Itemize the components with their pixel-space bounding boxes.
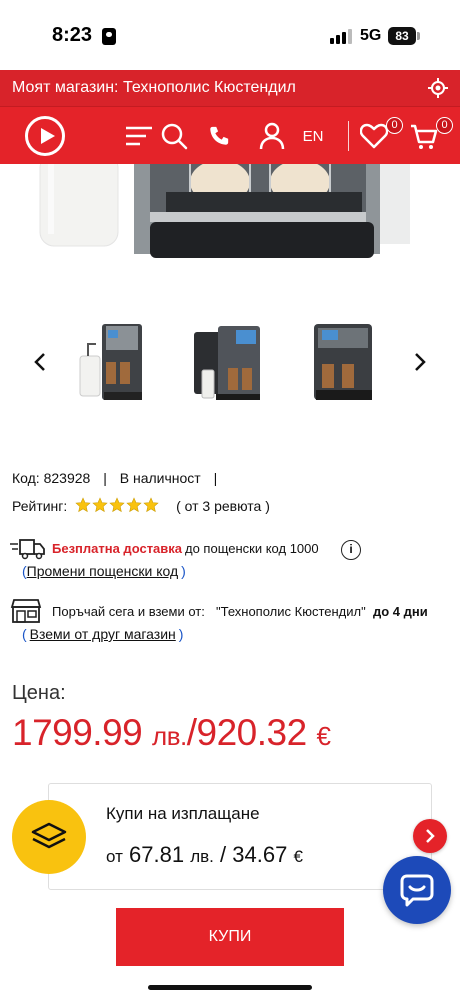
main-nav: EN 0 0: [0, 106, 460, 164]
price-bgn-unit: лв.: [152, 721, 187, 751]
status-bar: 8:23 5G 83: [0, 0, 460, 70]
rating-stars[interactable]: [75, 497, 160, 516]
info-icon[interactable]: i: [341, 540, 361, 560]
price-label: Цена:: [12, 682, 66, 704]
cart-icon[interactable]: [410, 123, 438, 151]
store-name[interactable]: Моят магазин: Технополис Кюстендил: [12, 79, 296, 97]
language-label[interactable]: EN: [303, 128, 324, 145]
meta-separator: |: [103, 470, 107, 486]
product-rating: Рейтинг: ( от 3 ревюта ): [12, 497, 270, 516]
home-indicator[interactable]: [148, 985, 312, 990]
status-time: 8:23: [52, 24, 93, 46]
language-switch[interactable]: EN: [298, 107, 328, 165]
delivery-truck-icon: [10, 539, 45, 560]
change-postcode-line: (Промени пощенски код): [22, 563, 186, 579]
layers-icon: [31, 822, 67, 849]
wishlist-count-badge: 0: [386, 117, 403, 134]
installment-badge: [12, 800, 86, 874]
thumbnail-carousel: [0, 314, 460, 410]
installment-price: от 67.81 лв. / 34.67 €: [106, 842, 303, 868]
installment-prefix: от: [106, 847, 123, 866]
paren-close: ): [181, 563, 186, 579]
chevron-right-icon[interactable]: [413, 352, 427, 372]
star-icon: [75, 497, 91, 513]
location-target-icon[interactable]: [428, 78, 448, 98]
star-icon: [143, 497, 159, 513]
other-store-line: (Вземи от друг магазин): [22, 626, 183, 642]
change-postcode-link[interactable]: Промени пощенски код: [27, 563, 179, 579]
installment-next-button[interactable]: [413, 819, 447, 853]
chevron-left-icon[interactable]: [33, 352, 47, 372]
signal-icon: [330, 28, 352, 44]
store-icon: [10, 599, 42, 623]
paren-open: (: [22, 626, 27, 642]
pickup-prefix: Поръчай сега и вземи от:: [52, 604, 205, 619]
thumbnail-3[interactable]: [302, 316, 394, 408]
pickup-info: Поръчай сега и вземи от: "Технополис Кюс…: [10, 598, 450, 624]
product-code: Код: 823928: [12, 470, 91, 486]
technopolis-logo-icon[interactable]: [25, 116, 65, 156]
menu-icon[interactable]: [126, 125, 152, 147]
pickup-days: до 4 дни: [373, 604, 428, 619]
user-account-icon[interactable]: [259, 122, 285, 150]
chat-button[interactable]: [383, 856, 451, 924]
network-type: 5G: [360, 27, 382, 44]
thumbnail-1[interactable]: [74, 316, 166, 408]
availability-status: В наличност: [119, 470, 201, 486]
price-bgn-value: 1799.99: [12, 712, 143, 753]
phone-icon[interactable]: [208, 125, 230, 147]
installment-separator: /: [220, 842, 227, 867]
delivery-info: Безплатна доставка до пощенски код 1000 …: [10, 538, 450, 562]
price-eur-value: 920.32: [196, 712, 308, 753]
price: 1799.99 лв./920.32 €: [12, 712, 331, 754]
chat-bubble-icon: [400, 874, 434, 907]
rating-label: Рейтинг:: [12, 498, 68, 514]
product-meta: Код: 823928 | В наличност |: [12, 470, 217, 486]
chevron-right-icon: [426, 829, 435, 843]
cart-count-badge: 0: [436, 117, 453, 134]
installment-eur-value: 34.67: [232, 842, 288, 867]
postcode-text: до пощенски код 1000: [185, 541, 319, 556]
thumbnail-2[interactable]: [188, 316, 280, 408]
store-bar[interactable]: Моят магазин: Технополис Кюстендил: [0, 70, 460, 106]
price-separator: /: [186, 712, 197, 753]
star-icon: [92, 497, 108, 513]
paren-close: ): [178, 626, 184, 642]
other-store-link[interactable]: Вземи от друг магазин: [30, 626, 176, 642]
product-main-image[interactable]: [0, 164, 460, 286]
star-icon: [126, 497, 142, 513]
search-icon[interactable]: [160, 122, 188, 150]
reviews-link[interactable]: ( от 3 ревюта ): [176, 498, 270, 514]
pickup-store-name: "Технополис Кюстендил": [216, 604, 366, 619]
focus-mode-icon: [102, 28, 116, 45]
star-icon: [109, 497, 125, 513]
battery-level: 83: [388, 27, 416, 45]
installment-box[interactable]: Купи на изплащане от 67.81 лв. / 34.67 €: [48, 783, 432, 890]
heart-wishlist-icon[interactable]: [360, 123, 388, 149]
installment-bgn-value: 67.81: [129, 842, 185, 867]
buy-button[interactable]: КУПИ: [116, 908, 344, 966]
free-delivery-label: Безплатна доставка: [52, 541, 183, 556]
nav-divider: [348, 121, 349, 151]
installment-eur-unit: €: [293, 847, 303, 866]
installment-title: Купи на изплащане: [106, 804, 260, 823]
battery-tip: [417, 32, 420, 40]
price-eur-unit: €: [316, 721, 331, 751]
meta-separator: |: [213, 470, 218, 486]
installment-bgn-unit: лв.: [190, 847, 214, 866]
coffee-machine-image: [39, 164, 410, 258]
